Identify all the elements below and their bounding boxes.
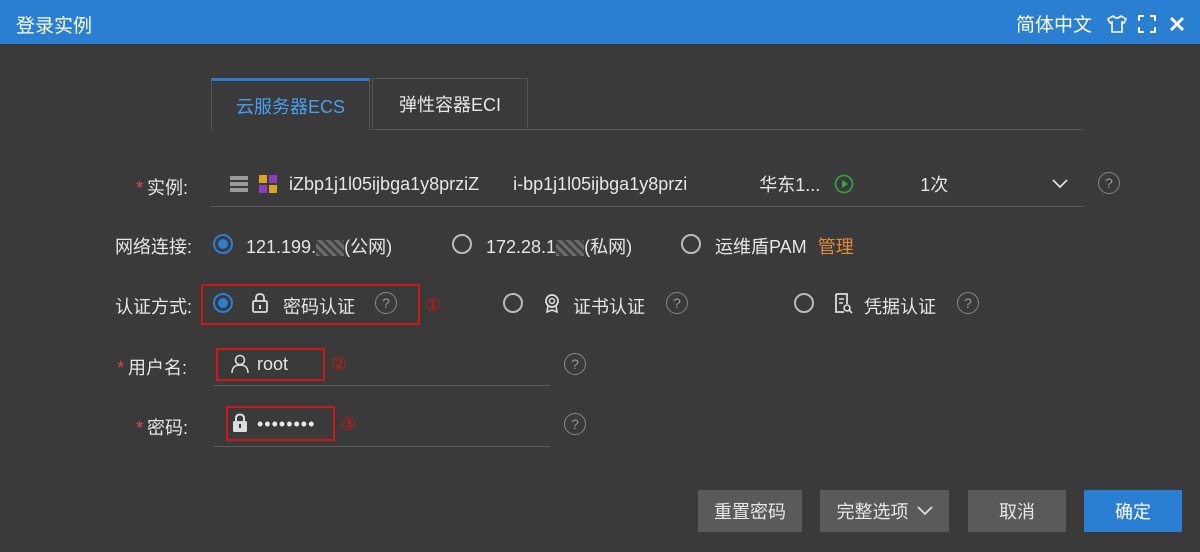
running-status-icon [834,174,854,194]
password-help-icon[interactable]: ? [564,413,586,435]
full-options-button[interactable]: 完整选项 [820,490,949,532]
network-public-option[interactable]: 121.199. (公网) [246,233,392,259]
chevron-down-icon[interactable] [1052,179,1068,189]
password-input[interactable]: •••••••• [257,414,315,435]
server-icon [229,175,249,193]
chevron-down-icon [916,506,933,516]
confirm-button[interactable]: 确定 [1084,490,1182,532]
auth-password-radio[interactable] [213,293,233,313]
title-bar: 登录实例 简体中文 [0,0,1200,44]
required-mark: * [117,358,125,378]
network-label: 网络连接: [115,237,193,257]
network-pam-option[interactable]: 运维盾PAM 管理 [715,233,854,259]
instance-select[interactable]: iZbp1j1l05ijbga1y8prziZ i-bp1j1l05ijbga1… [211,162,1084,207]
password-underline [213,446,550,447]
network-private-radio[interactable] [452,234,472,254]
user-icon [231,354,249,379]
credential-icon [833,292,853,319]
annotation-number-1: ① [425,295,442,315]
public-suffix: (公网) [344,237,393,257]
required-mark: * [136,418,144,438]
private-ip-text: 172.28.1 [486,237,557,257]
instance-name: iZbp1j1l05ijbga1y8prziZ [289,173,480,194]
username-underline [213,385,550,386]
tab-bar: 云服务器ECS 弹性容器ECI [211,78,528,130]
network-private-option[interactable]: 172.28.1 (私网) [486,233,632,259]
username-help-icon[interactable]: ? [564,353,586,375]
close-icon[interactable] [1166,12,1188,36]
pam-label: 运维盾PAM [715,237,807,257]
cert-auth-help-icon[interactable]: ? [666,292,688,314]
required-mark: * [136,178,144,198]
network-pam-radio[interactable] [681,234,701,254]
auth-credential-radio[interactable] [794,293,814,313]
password-auth-help-icon[interactable]: ? [375,292,397,314]
auth-label: 认证方式: [115,297,193,317]
cancel-button[interactable]: 取消 [968,490,1066,532]
certificate-icon [542,292,562,319]
password-label: * 密码: [136,418,189,438]
auth-password-option[interactable]: 密码认证 [283,293,355,319]
credential-auth-help-icon[interactable]: ? [957,292,979,314]
lock-filled-icon [231,413,249,438]
auth-credential-option[interactable]: 凭据认证 [864,293,936,319]
language-selector[interactable]: 简体中文 [1016,10,1092,37]
username-label: * 用户名: [117,358,188,378]
title-bar-controls: 简体中文 [1016,10,1188,37]
annotation-number-2: ② [331,354,348,374]
os-icon [257,173,279,195]
private-suffix: (私网) [584,237,633,257]
instance-id: i-bp1j1l05ijbga1y8przi [513,173,688,194]
instance-count: 1次 [920,175,949,195]
redacted-ip [556,240,585,257]
network-public-radio[interactable] [213,234,233,254]
instance-help-icon[interactable]: ? [1098,172,1120,194]
username-input[interactable]: root [257,354,288,375]
theme-shirt-icon[interactable] [1106,12,1128,36]
public-ip-text: 121.199. [246,237,317,257]
auth-cert-radio[interactable] [503,293,523,313]
pam-manage-link[interactable]: 管理 [818,237,854,257]
tab-eci[interactable]: 弹性容器ECI [372,78,528,128]
auth-cert-option[interactable]: 证书认证 [573,293,645,319]
instance-region: 华东1... [759,175,821,195]
instance-label: * 实例: [136,178,189,198]
tab-ecs[interactable]: 云服务器ECS [211,78,370,130]
full-options-label: 完整选项 [836,502,909,522]
annotation-number-3: ③ [340,414,357,434]
fullscreen-icon[interactable] [1136,12,1158,36]
redacted-ip [316,240,345,257]
window-title: 登录实例 [16,16,93,37]
lock-icon [250,292,270,319]
reset-password-button[interactable]: 重置密码 [698,490,802,532]
